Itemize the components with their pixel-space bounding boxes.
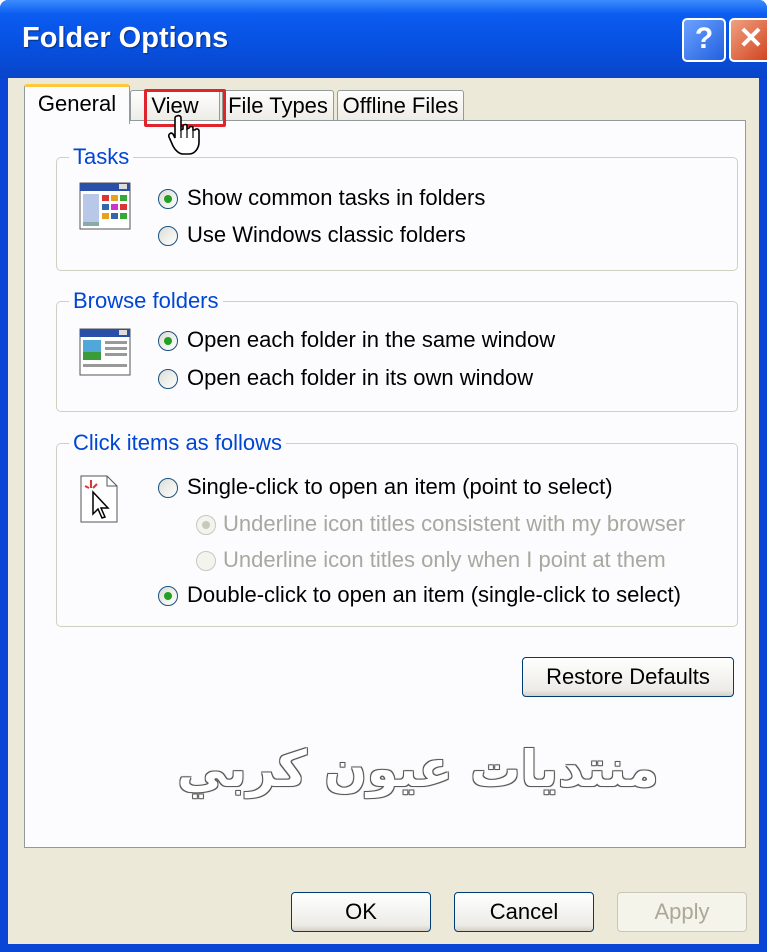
same-window-label[interactable]: Open each folder in the same window (187, 327, 555, 353)
pointer-click-icon (79, 474, 119, 528)
folder-options-window: Folder Options ? ✕ General View File Typ… (0, 0, 767, 952)
use-classic-folders-label[interactable]: Use Windows classic folders (187, 222, 466, 248)
ok-button[interactable]: OK (291, 892, 431, 932)
tasks-folder-icon (79, 182, 131, 234)
use-classic-folders-radio[interactable] (158, 226, 178, 246)
restore-defaults-button[interactable]: Restore Defaults (522, 657, 734, 697)
help-button[interactable]: ? (682, 18, 726, 62)
underline-point-label[interactable]: Underline icon titles only when I point … (223, 547, 666, 573)
tasks-group: Tasks Show common tasks in folders Use W… (56, 144, 738, 271)
browse-folders-group: Browse folders Open each folder in the s… (56, 288, 738, 412)
close-icon: ✕ (738, 22, 764, 55)
watermark-text: منتديات عيون كربي (177, 740, 659, 798)
hand-pointer-cursor-icon (168, 114, 202, 160)
same-window-radio[interactable] (158, 331, 178, 351)
single-click-radio[interactable] (158, 478, 178, 498)
underline-point-radio[interactable] (196, 551, 216, 571)
title-bar[interactable]: Folder Options ? ✕ (0, 0, 767, 78)
browse-window-icon (79, 328, 131, 380)
window-title: Folder Options (22, 22, 229, 54)
single-click-label[interactable]: Single-click to open an item (point to s… (187, 474, 613, 500)
own-window-label[interactable]: Open each folder in its own window (187, 365, 533, 391)
underline-consistent-label[interactable]: Underline icon titles consistent with my… (223, 511, 685, 537)
apply-button[interactable]: Apply (617, 892, 747, 932)
own-window-radio[interactable] (158, 369, 178, 389)
double-click-label[interactable]: Double-click to open an item (single-cli… (187, 582, 681, 608)
click-items-group: Click items as follows Single-click to o… (56, 430, 738, 627)
general-tab-panel: Tasks Show common tasks in folders Use W… (24, 120, 746, 848)
click-items-legend: Click items as follows (69, 430, 287, 456)
dialog-client-area: General View File Types Offline Files Ta… (8, 78, 759, 944)
tab-offline-files[interactable]: Offline Files (337, 90, 464, 122)
cancel-button[interactable]: Cancel (454, 892, 594, 932)
underline-consistent-radio[interactable] (196, 515, 216, 535)
tab-file-types[interactable]: File Types (222, 90, 334, 122)
browse-folders-legend: Browse folders (69, 288, 223, 314)
double-click-radio[interactable] (158, 586, 178, 606)
show-common-tasks-label[interactable]: Show common tasks in folders (187, 185, 485, 211)
close-button[interactable]: ✕ (729, 18, 767, 62)
tab-general[interactable]: General (24, 84, 130, 124)
show-common-tasks-radio[interactable] (158, 189, 178, 209)
help-icon: ? (694, 22, 714, 55)
tasks-legend: Tasks (69, 144, 134, 170)
